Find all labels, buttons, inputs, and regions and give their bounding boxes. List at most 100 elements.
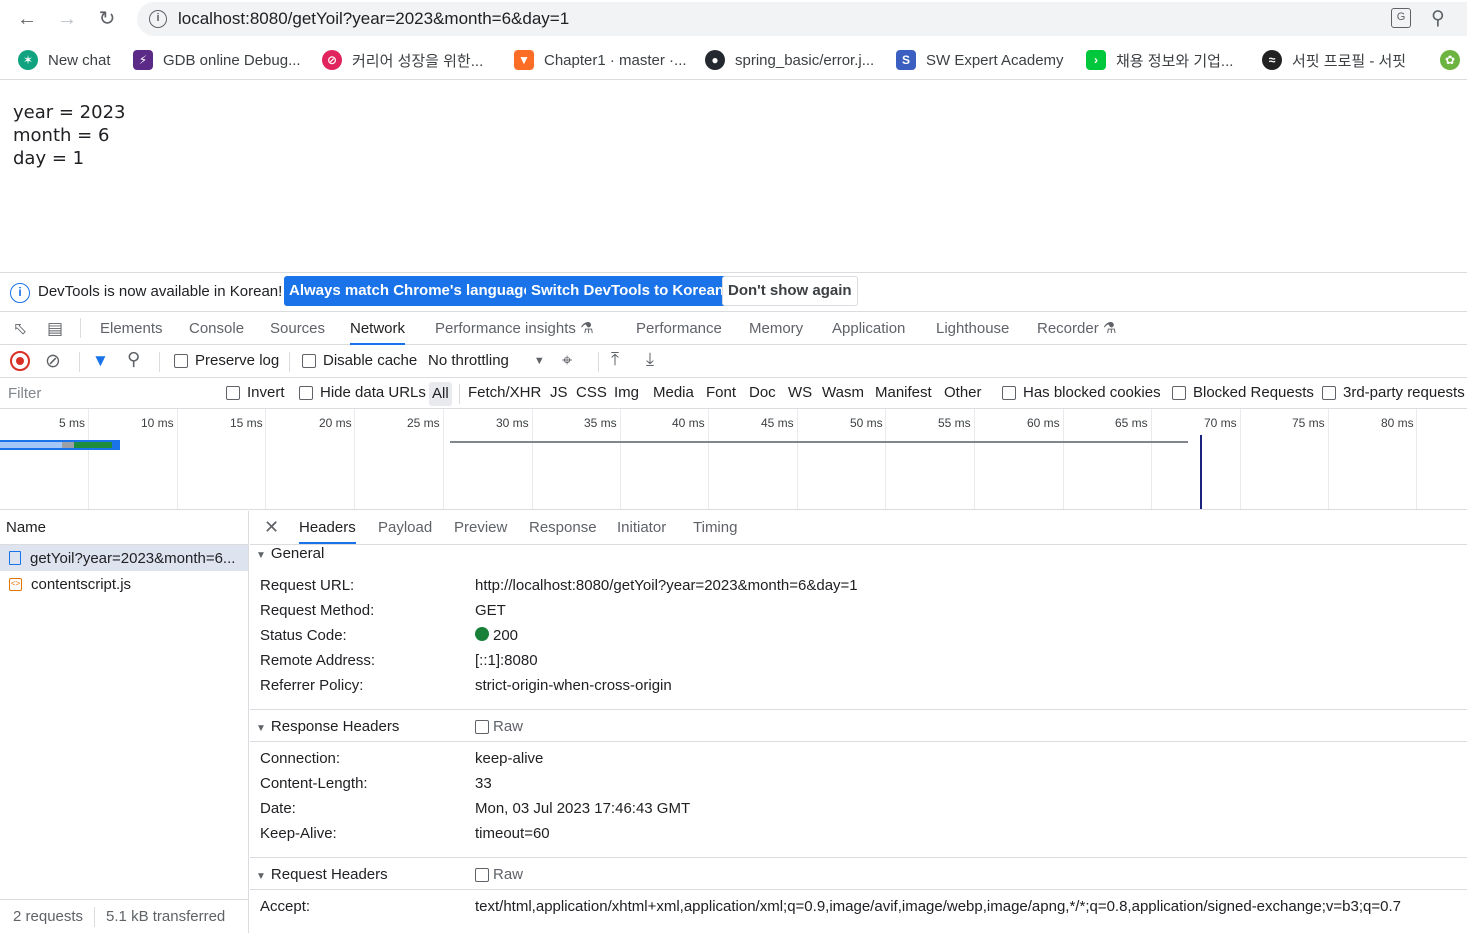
status-ok-icon [475, 627, 489, 641]
invert-checkbox[interactable]: Invert [226, 384, 285, 401]
throttling-value: No throttling [428, 352, 509, 369]
bookmark-surfit[interactable]: ≈ 서핏 프로필 - 서핏 [1262, 49, 1406, 71]
tab-timing[interactable]: Timing [693, 511, 737, 544]
bookmark-swea[interactable]: S SW Expert Academy [896, 49, 1064, 71]
grid-line [708, 409, 709, 509]
response-headers-section-header[interactable]: ▼ Response Headers [256, 718, 399, 735]
tab-initiator[interactable]: Initiator [617, 511, 666, 544]
type-filter-doc[interactable]: Doc [746, 384, 779, 401]
type-filter-css[interactable]: CSS [573, 384, 610, 401]
header-value: GET [475, 602, 506, 619]
tick-label: 5 ms [59, 416, 86, 430]
search-icon[interactable]: ⚲ [127, 349, 140, 370]
type-filter-ws[interactable]: WS [785, 384, 815, 401]
header-value: [::1]:8080 [475, 652, 538, 669]
bookmark-new-chat[interactable]: ✶ New chat [18, 49, 111, 71]
close-icon[interactable]: ✕ [264, 511, 279, 544]
grid-line [265, 409, 266, 509]
response-raw-checkbox[interactable]: Raw [475, 718, 523, 735]
filter-input[interactable]: Filter [4, 382, 210, 406]
tab-console[interactable]: Console [189, 312, 244, 345]
type-filter-fetch-xhr[interactable]: Fetch/XHR [465, 384, 544, 401]
switch-devtools-korean-button[interactable]: Switch DevTools to Korean [526, 276, 730, 306]
tick-label: 70 ms [1204, 416, 1237, 430]
address-url[interactable]: localhost:8080/getYoil?year=2023&month=6… [178, 9, 569, 29]
tab-network[interactable]: Network [350, 312, 406, 345]
reload-icon[interactable]: ↻ [94, 6, 120, 32]
tab-application[interactable]: Application [832, 312, 905, 345]
bookmark-github[interactable]: ● spring_basic/error.j... [705, 49, 874, 71]
site-info-icon[interactable]: i [149, 10, 167, 28]
always-match-language-button[interactable]: Always match Chrome's language [284, 276, 537, 306]
disable-cache-checkbox[interactable]: Disable cache [302, 352, 417, 369]
filter-icon[interactable]: ▼ [92, 351, 109, 371]
third-party-requests-checkbox[interactable]: 3rd-party requests [1322, 384, 1465, 401]
tab-response[interactable]: Response [529, 511, 597, 544]
checkbox-box [226, 385, 240, 400]
blocked-requests-checkbox[interactable]: Blocked Requests [1172, 384, 1314, 401]
type-filter-manifest[interactable]: Manifest [872, 384, 935, 401]
type-filter-img[interactable]: Img [611, 384, 642, 401]
grid-line [1151, 409, 1152, 509]
bookmark-label: 채용 정보와 기업... [1116, 52, 1234, 70]
bookmark-gitlab[interactable]: ▼ Chapter1 · master ·... [514, 49, 687, 71]
network-conditions-icon[interactable]: ⌖ [562, 350, 572, 371]
section-title: Response Headers [270, 718, 400, 735]
tab-lighthouse[interactable]: Lighthouse [936, 312, 1009, 345]
tab-recorder[interactable]: Recorder ⚗ [1037, 312, 1116, 345]
bookmark-jobs[interactable]: › 채용 정보와 기업... [1086, 49, 1233, 71]
flask-icon: ⚗ [580, 320, 594, 337]
header-value: timeout=60 [475, 825, 550, 842]
request-raw-checkbox[interactable]: Raw [475, 866, 523, 883]
bookmark-gdb[interactable]: ⚡ GDB online Debug... [133, 49, 301, 71]
tab-headers[interactable]: Headers [299, 511, 356, 544]
record-icon[interactable] [10, 351, 30, 371]
tab-performance-insights[interactable]: Performance insights ⚗ [435, 312, 594, 345]
header-value: http://localhost:8080/getYoil?year=2023&… [475, 577, 858, 594]
grid-line [532, 409, 533, 509]
type-filter-all[interactable]: All [429, 382, 452, 406]
bookmark-spring[interactable]: ✿ [1440, 49, 1467, 71]
type-filter-font[interactable]: Font [703, 384, 739, 401]
address-bar[interactable]: i localhost:8080/getYoil?year=2023&month… [137, 2, 1467, 36]
import-har-icon[interactable]: ⤒ [611, 349, 619, 370]
request-row-contentscript[interactable]: <> contentscript.js [0, 571, 248, 597]
preserve-log-checkbox[interactable]: Preserve log [174, 352, 279, 369]
tick-label: 45 ms [761, 416, 794, 430]
clear-icon[interactable]: ⊘ [45, 350, 61, 373]
name-column-header[interactable]: Name [0, 511, 248, 545]
checkbox-label: Raw [493, 866, 524, 883]
back-icon[interactable]: ← [14, 6, 40, 32]
request-headers-section-header[interactable]: ▼ Request Headers [256, 866, 388, 883]
type-filter-js[interactable]: JS [547, 384, 571, 401]
tab-sources[interactable]: Sources [270, 312, 325, 345]
header-key: Referrer Policy: [260, 677, 364, 694]
browser-toolbar: ← → ↻ i localhost:8080/getYoil?year=2023… [0, 0, 1467, 38]
bookmark-career[interactable]: ⊘ 커리어 성장을 위한... [322, 49, 483, 71]
request-row-getyoil[interactable]: getYoil?year=2023&month=6... [0, 545, 248, 571]
tick-label: 80 ms [1381, 416, 1414, 430]
tick-label: 50 ms [850, 416, 883, 430]
device-toolbar-icon[interactable]: ▤ [45, 319, 65, 339]
tab-preview[interactable]: Preview [454, 511, 507, 544]
tab-elements[interactable]: Elements [100, 312, 163, 345]
tab-memory[interactable]: Memory [749, 312, 803, 345]
throttling-select[interactable]: No throttling ▼ [428, 352, 545, 369]
export-har-icon[interactable]: ⤓ [646, 349, 654, 370]
forward-icon[interactable]: → [54, 6, 80, 32]
tab-payload[interactable]: Payload [378, 511, 432, 544]
translate-icon[interactable]: G [1391, 8, 1411, 28]
network-overview-timeline[interactable]: 5 ms 10 ms 15 ms 20 ms 25 ms 30 ms 35 ms… [0, 409, 1467, 510]
type-filter-other[interactable]: Other [941, 384, 985, 401]
dont-show-again-button[interactable]: Don't show again [722, 276, 858, 306]
hide-data-urls-checkbox[interactable]: Hide data URLs [299, 384, 426, 401]
inspect-element-icon[interactable]: ⬁ [10, 319, 30, 339]
type-filter-wasm[interactable]: Wasm [819, 384, 867, 401]
grid-line [797, 409, 798, 509]
type-filter-media[interactable]: Media [650, 384, 697, 401]
general-section-header[interactable]: ▼ General [256, 545, 324, 562]
document-icon [9, 551, 21, 565]
has-blocked-cookies-checkbox[interactable]: Has blocked cookies [1002, 384, 1161, 401]
zoom-icon[interactable]: ⚲ [1431, 7, 1445, 30]
tab-performance[interactable]: Performance [636, 312, 722, 345]
